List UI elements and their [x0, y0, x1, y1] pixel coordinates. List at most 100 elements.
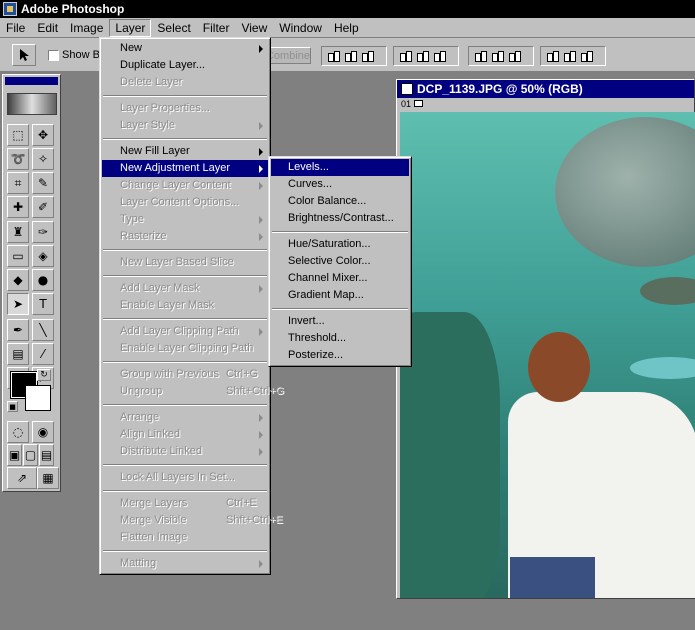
- menu-separator: [102, 245, 268, 254]
- pen-tool[interactable]: ✒: [7, 319, 29, 341]
- full-screen-mode-button[interactable]: ▤: [39, 444, 54, 466]
- clone-stamp-tool[interactable]: ♜: [7, 221, 29, 243]
- align-left-icon[interactable]: [398, 50, 412, 62]
- standard-mode-button[interactable]: ◌: [7, 421, 29, 443]
- document-titlebar[interactable]: DCP_1139.JPG @ 50% (RGB): [397, 80, 694, 98]
- healing-brush-tool[interactable]: ✚: [7, 196, 29, 218]
- layer-menu-item-rasterize: Rasterize: [102, 228, 268, 245]
- photoshop-app-icon[interactable]: [3, 2, 17, 16]
- jump-to-imageready-button[interactable]: ⇗: [7, 467, 37, 489]
- menu-item-label: Add Layer Mask: [120, 282, 200, 294]
- menu-help[interactable]: Help: [328, 19, 365, 37]
- blur-tool[interactable]: ◆: [7, 269, 29, 291]
- menu-separator: [102, 460, 268, 469]
- arrow-cursor-icon: [20, 49, 29, 61]
- menu-item-label: New: [120, 42, 143, 54]
- menu-item-label: Add Layer Clipping Path: [120, 325, 239, 337]
- adjustment-item-color-balance[interactable]: Color Balance...: [271, 193, 409, 210]
- menu-item-label: Flatten Image: [120, 531, 188, 543]
- menu-select[interactable]: Select: [151, 19, 196, 37]
- marquee-tool[interactable]: ⬚: [7, 124, 29, 146]
- menu-item-label: Merge Visible: [120, 514, 187, 526]
- image-canvas[interactable]: [400, 112, 695, 598]
- magic-wand-tool[interactable]: ✧: [32, 148, 54, 170]
- history-brush-tool[interactable]: ✑: [32, 221, 54, 243]
- swap-colors-icon[interactable]: ↻: [37, 369, 51, 381]
- type-tool[interactable]: T: [32, 293, 54, 315]
- layer-menu-item-ungroup: Ungroup Shft+Ctrl+G: [102, 383, 284, 400]
- move-tool[interactable]: ✥: [32, 124, 54, 146]
- menu-image[interactable]: Image: [64, 19, 109, 37]
- adjustment-item-levels[interactable]: Levels...: [271, 159, 409, 176]
- quick-mask-mode-button[interactable]: ◉: [32, 421, 54, 443]
- distribute-horizontal-center-icon[interactable]: [562, 50, 576, 62]
- standard-screen-mode-button[interactable]: ▣: [7, 444, 22, 466]
- eyedropper-tool[interactable]: ⁄: [32, 343, 54, 365]
- menu-item-shortcut: Ctrl+E: [226, 497, 257, 509]
- distribute-right-icon[interactable]: [579, 50, 593, 62]
- boy-head: [528, 332, 590, 402]
- full-screen-menu-mode-button[interactable]: ▢: [23, 444, 38, 466]
- submenu-arrow-icon: [259, 122, 263, 130]
- adjustment-item-gradient-map[interactable]: Gradient Map...: [271, 287, 409, 304]
- distribute-bottom-icon[interactable]: [507, 50, 521, 62]
- adjustment-item-posterize[interactable]: Posterize...: [271, 347, 409, 364]
- adjustment-item-hue-saturation[interactable]: Hue/Saturation...: [271, 236, 409, 253]
- paint-bucket-tool[interactable]: ◈: [32, 245, 54, 267]
- fish: [640, 277, 695, 305]
- menu-item-label: Brightness/Contrast...: [288, 212, 394, 224]
- layer-menu-item-lock-all-layers-in-set: Lock All Layers In Set...: [102, 469, 268, 486]
- distribute-vertical-center-icon[interactable]: [490, 50, 504, 62]
- layer-menu-item-new-adjustment-layer[interactable]: New Adjustment Layer: [102, 160, 268, 177]
- menu-window[interactable]: Window: [273, 19, 328, 37]
- submenu-arrow-icon: [259, 448, 263, 456]
- default-colors-icon[interactable]: ■: [7, 401, 18, 412]
- dodge-tool[interactable]: ●: [32, 269, 54, 291]
- layer-menu-item-align-linked: Align Linked: [102, 426, 268, 443]
- eraser-tool[interactable]: ▭: [7, 245, 29, 267]
- adobe-online-logo[interactable]: [7, 93, 57, 115]
- brush-tool[interactable]: ✐: [32, 196, 54, 218]
- show-bounding-box-option[interactable]: Show Bo: [48, 49, 106, 61]
- adjustment-item-selective-color[interactable]: Selective Color...: [271, 253, 409, 270]
- toolbox-titlebar[interactable]: [5, 77, 58, 85]
- path-selection-tool[interactable]: ➤: [7, 293, 29, 315]
- distribute-top-icon[interactable]: [473, 50, 487, 62]
- background-color-swatch[interactable]: [25, 385, 51, 411]
- lasso-tool[interactable]: ➰: [7, 148, 29, 170]
- layer-menu-item-flatten-image: Flatten Image: [102, 529, 268, 546]
- adjustment-item-brightness-contrast[interactable]: Brightness/Contrast...: [271, 210, 409, 227]
- combine-button[interactable]: Combine: [265, 47, 311, 64]
- align-horizontal-center-icon[interactable]: [415, 50, 429, 62]
- adjustment-item-invert[interactable]: Invert...: [271, 313, 409, 330]
- layer-menu-item-new-fill-layer[interactable]: New Fill Layer: [102, 143, 268, 160]
- adjustment-item-curves[interactable]: Curves...: [271, 176, 409, 193]
- menu-separator: [102, 271, 268, 280]
- menu-file[interactable]: File: [0, 19, 31, 37]
- align-bottom-icon[interactable]: [360, 50, 374, 62]
- menu-item-label: Color Balance...: [288, 195, 367, 207]
- fish: [630, 357, 695, 379]
- layer-menu-item-duplicate-layer[interactable]: Duplicate Layer...: [102, 57, 268, 74]
- menu-layer[interactable]: Layer: [109, 18, 152, 37]
- slice-tool[interactable]: ✎: [32, 172, 54, 194]
- show-bounding-box-checkbox[interactable]: [48, 49, 59, 61]
- current-tool-preset-button[interactable]: [12, 44, 36, 66]
- grid-toggle-button[interactable]: ▦: [37, 467, 59, 489]
- adjustment-item-channel-mixer[interactable]: Channel Mixer...: [271, 270, 409, 287]
- crop-tool[interactable]: ⌗: [7, 172, 29, 194]
- menu-item-label: Arrange: [120, 411, 160, 423]
- distribute-left-icon[interactable]: [545, 50, 559, 62]
- align-top-icon[interactable]: [326, 50, 340, 62]
- notes-tool[interactable]: ▤: [7, 343, 29, 365]
- align-vertical-center-icon[interactable]: [343, 50, 357, 62]
- align-right-icon[interactable]: [432, 50, 446, 62]
- menu-filter[interactable]: Filter: [197, 19, 236, 37]
- menu-edit[interactable]: Edit: [31, 19, 64, 37]
- layer-menu-item-new[interactable]: New: [102, 40, 268, 57]
- adjustment-item-threshold[interactable]: Threshold...: [271, 330, 409, 347]
- menu-view[interactable]: View: [235, 19, 273, 37]
- menu-item-label: Channel Mixer...: [288, 272, 368, 284]
- menu-item-label: Posterize...: [288, 349, 344, 361]
- line-tool[interactable]: ╲: [32, 319, 54, 341]
